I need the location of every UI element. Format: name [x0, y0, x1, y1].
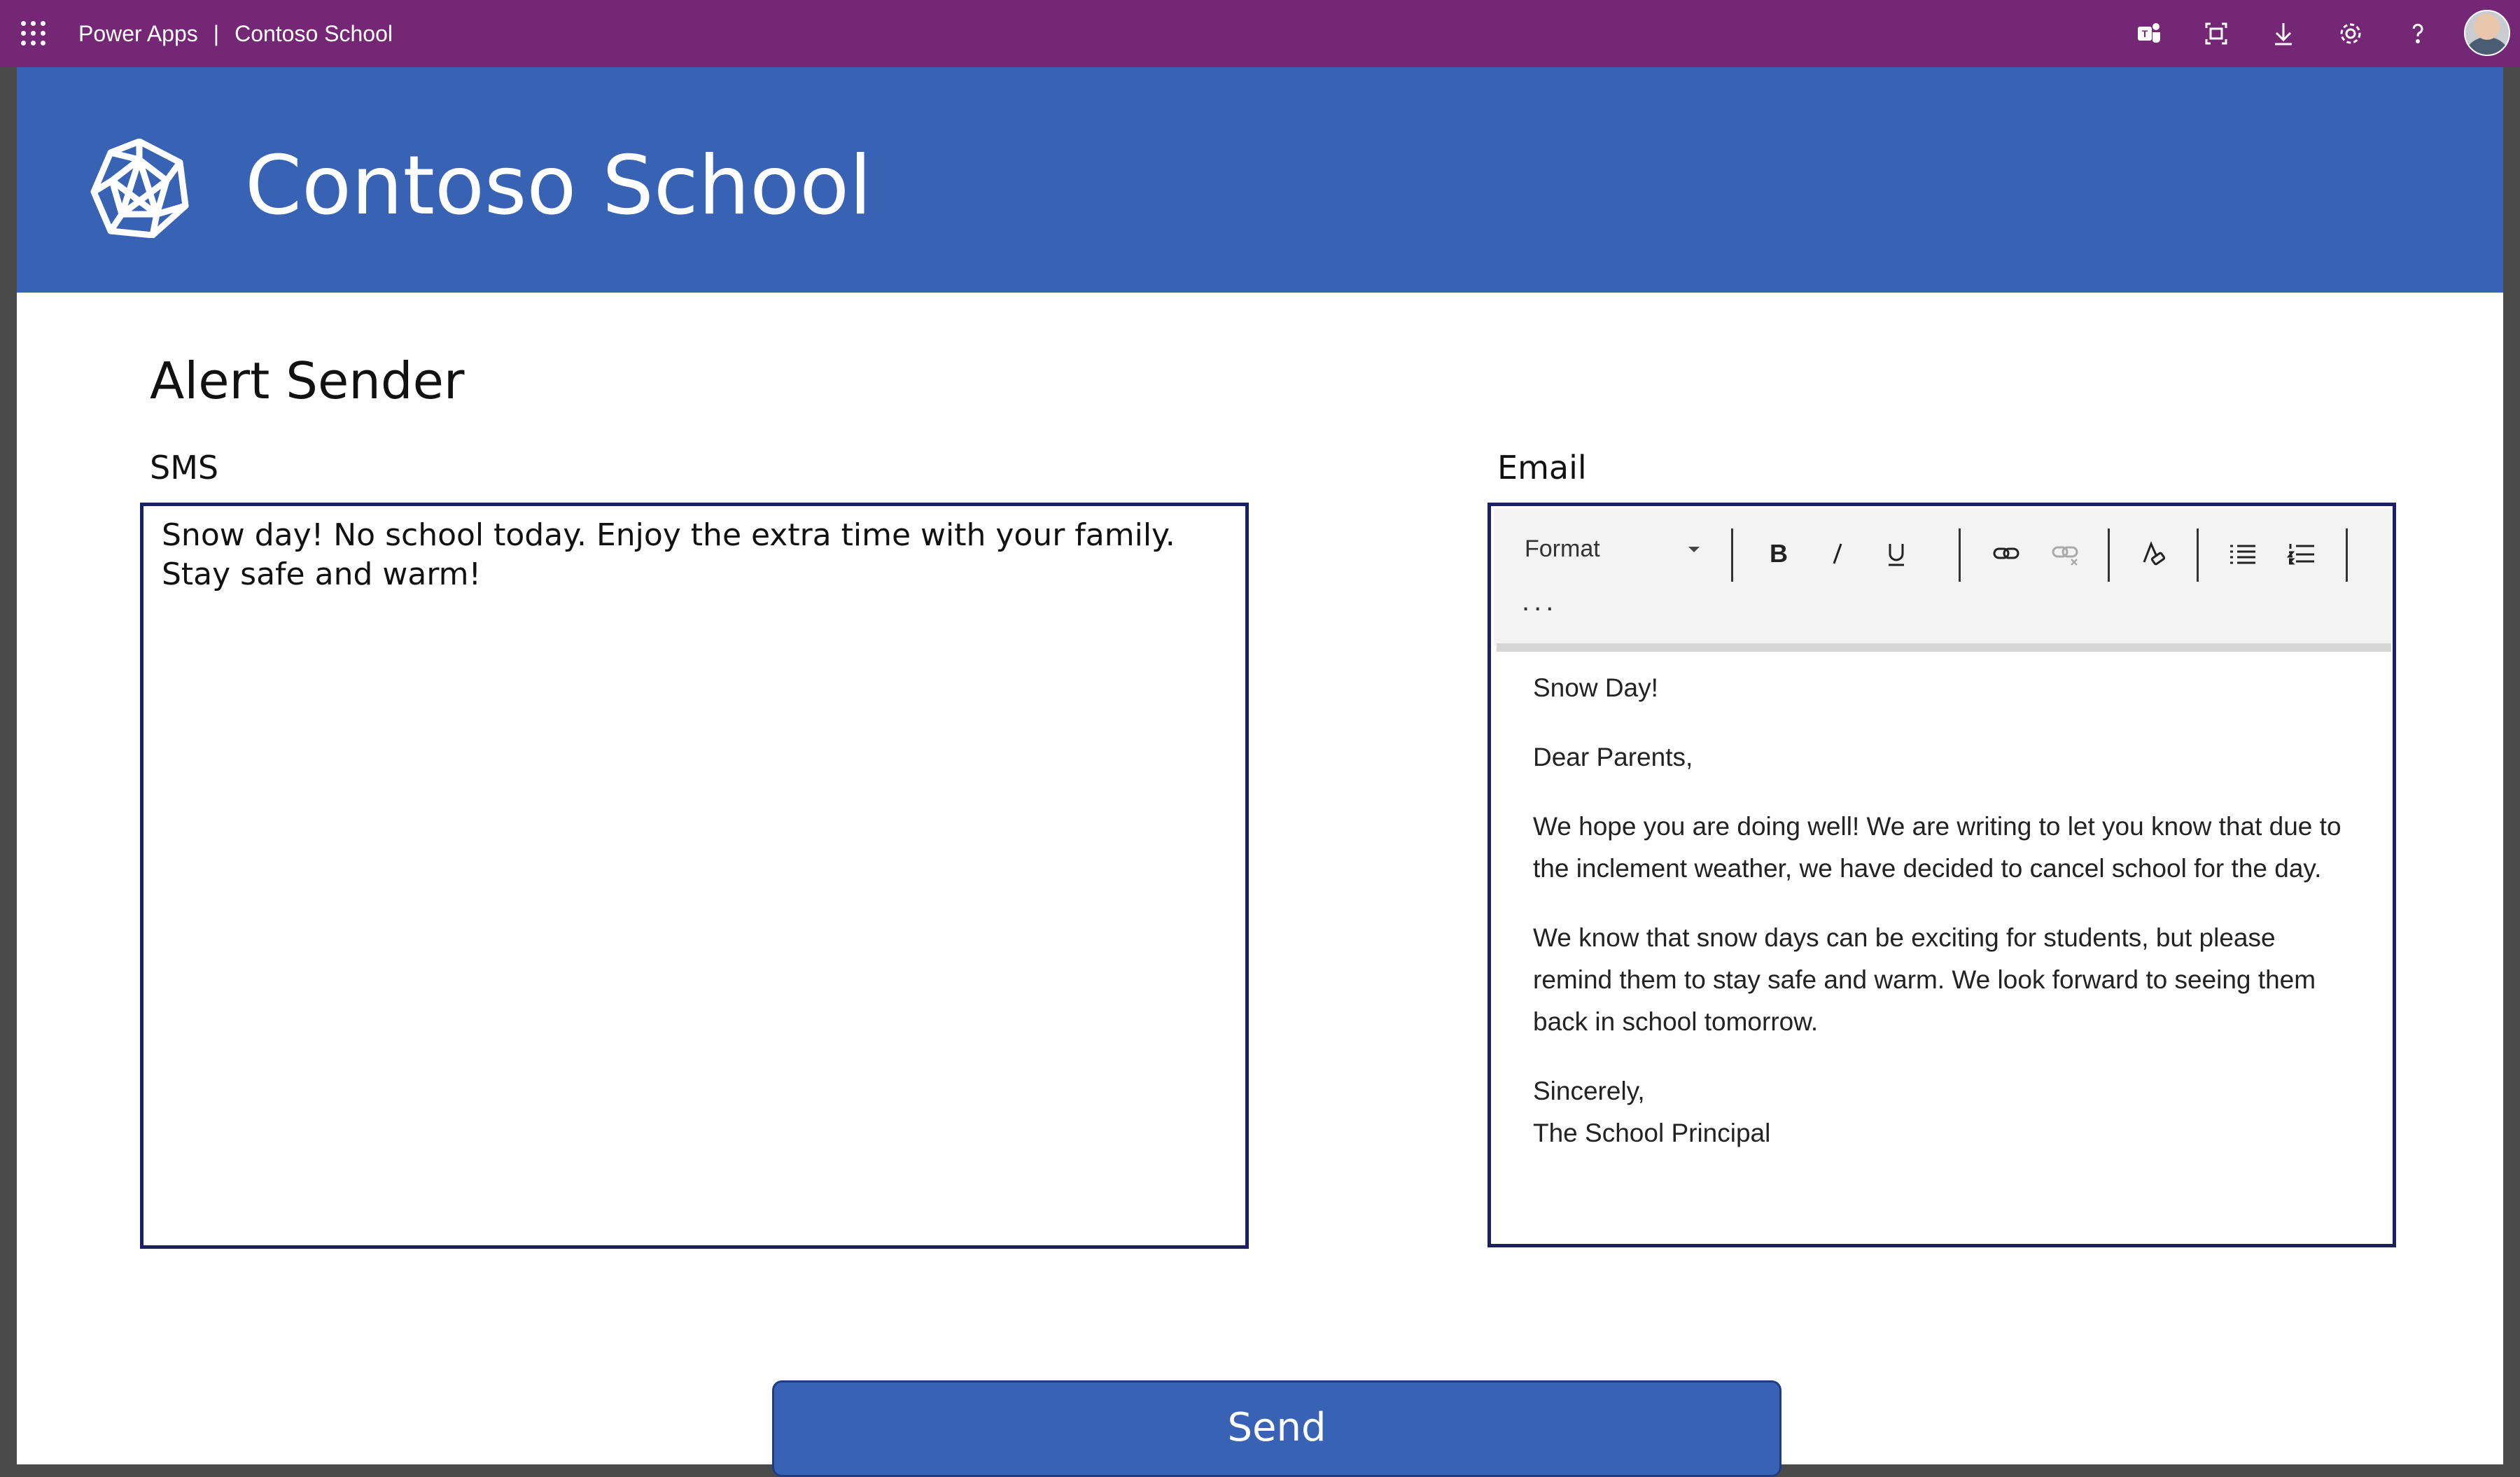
italic-icon	[1833, 543, 1842, 564]
format-dropdown[interactable]: Format	[1525, 527, 1707, 570]
app-launcher-icon[interactable]	[21, 21, 46, 46]
italic-button[interactable]	[1816, 533, 1858, 575]
fit-screen-icon[interactable]	[2199, 17, 2233, 50]
svg-text:T: T	[2142, 28, 2148, 39]
sms-text: Snow day! No school today. Enjoy the ext…	[162, 517, 1185, 592]
email-closing: Sincerely,	[1533, 1077, 1645, 1105]
email-paragraph: We know that snow days can be exciting f…	[1533, 923, 2316, 1036]
app-header: Contoso School	[17, 67, 2503, 293]
email-signature: The School Principal	[1533, 1119, 1771, 1147]
format-dropdown-label: Format	[1525, 536, 1600, 562]
email-paragraph: We hope you are doing well! We are writi…	[1533, 812, 2342, 883]
email-label: Email	[1497, 449, 1587, 486]
bulleted-list-button[interactable]	[2222, 533, 2264, 575]
send-button[interactable]: Send	[772, 1380, 1782, 1477]
clear-format-icon	[2143, 541, 2166, 566]
app-canvas: Contoso School Alert Sender SMS Snow day…	[17, 67, 2503, 1477]
numbered-list-icon	[2286, 544, 2314, 565]
email-subject-line: Snow Day!	[1533, 673, 1658, 702]
page-title: Alert Sender	[150, 351, 465, 410]
unlink-icon	[2052, 546, 2078, 566]
sms-textarea[interactable]: Snow day! No school today. Enjoy the ext…	[140, 503, 1249, 1249]
app-title[interactable]: Contoso School	[234, 21, 393, 46]
underline-button[interactable]	[1875, 533, 1917, 575]
clear-format-button[interactable]	[2133, 533, 2175, 575]
toolbar-divider	[1959, 528, 1961, 582]
numbered-list-button[interactable]	[2281, 533, 2323, 575]
toolbar-divider	[2197, 528, 2199, 582]
toolbar-divider	[2346, 528, 2348, 582]
help-icon[interactable]	[2401, 17, 2435, 50]
underline-icon	[1889, 544, 1904, 566]
bulleted-list-icon	[2230, 545, 2255, 564]
teams-icon[interactable]: T	[2132, 17, 2166, 50]
toolbar-divider	[2108, 528, 2110, 582]
settings-icon[interactable]	[2334, 17, 2367, 50]
bold-icon: B	[1770, 539, 1788, 568]
download-icon[interactable]	[2267, 17, 2300, 50]
link-icon	[1993, 547, 2019, 559]
editor-toolbar: Format B ...	[1494, 509, 2391, 646]
email-greeting: Dear Parents,	[1533, 743, 1693, 771]
chevron-down-icon	[1688, 547, 1700, 552]
breadcrumb: Power Apps | Contoso School	[78, 0, 393, 67]
email-body[interactable]: Snow Day! Dear Parents, We hope you are …	[1533, 667, 2359, 1154]
unlink-button[interactable]	[2044, 533, 2086, 575]
toolbar-divider-bar	[1497, 643, 2391, 652]
app-name-heading: Contoso School	[245, 139, 872, 233]
bold-button[interactable]: B	[1758, 533, 1800, 575]
user-avatar[interactable]	[2464, 10, 2510, 56]
more-options-button[interactable]: ...	[1522, 586, 1558, 617]
sms-label: SMS	[150, 449, 219, 486]
top-bar: Power Apps | Contoso School T	[0, 0, 2520, 67]
email-rich-text-editor[interactable]: Format B ... Snow Day! Dear Parents, We …	[1488, 503, 2396, 1247]
svg-text:B: B	[1770, 539, 1788, 568]
breadcrumb-separator: |	[213, 21, 220, 46]
polyhedron-logo-icon	[90, 138, 189, 239]
toolbar-divider	[1731, 528, 1733, 582]
product-name[interactable]: Power Apps	[78, 21, 198, 46]
link-button[interactable]	[1985, 533, 2027, 575]
